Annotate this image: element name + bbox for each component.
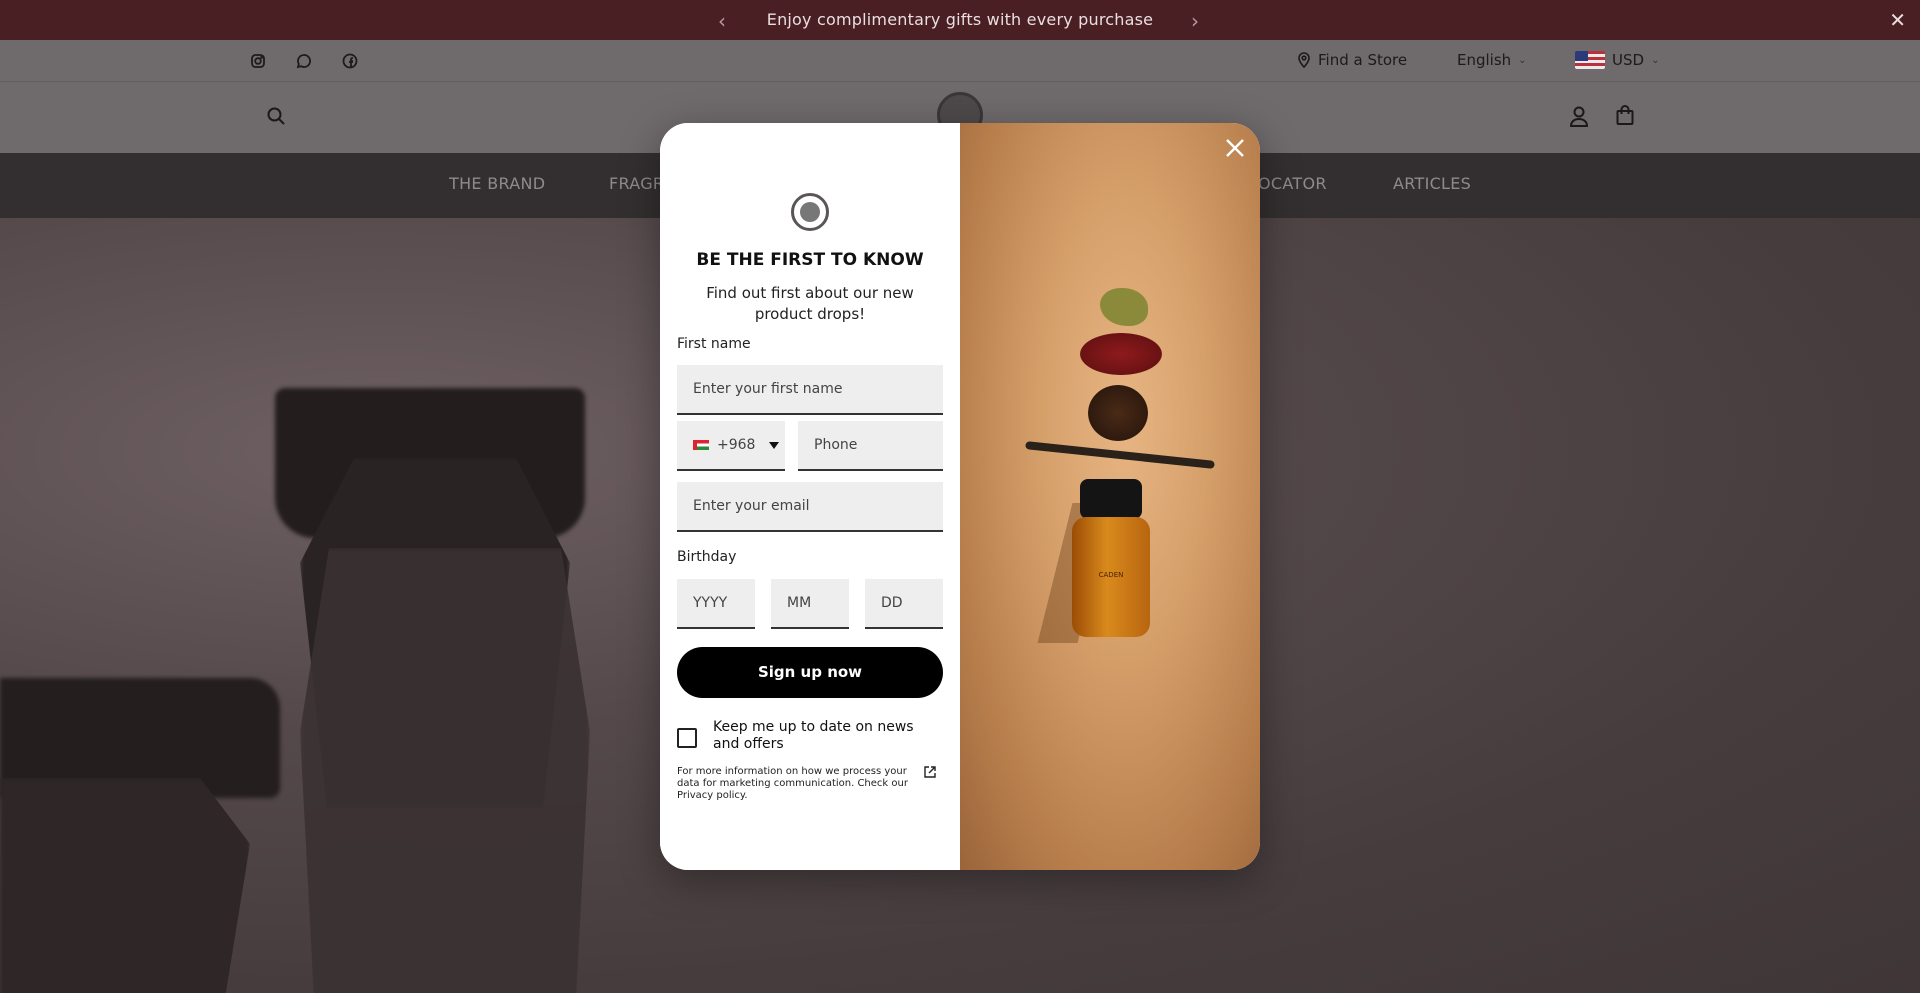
external-link-icon[interactable] xyxy=(923,765,937,779)
nav-item-the-brand[interactable]: THE BRAND xyxy=(449,174,545,193)
location-pin-icon xyxy=(1298,52,1310,68)
signup-modal: BE THE FIRST TO KNOW Find out first abou… xyxy=(660,123,1260,870)
language-label: English xyxy=(1457,51,1512,69)
close-icon[interactable]: ✕ xyxy=(1889,8,1906,32)
currency-selector[interactable]: USD ⌄ xyxy=(1575,51,1659,69)
instagram-icon[interactable] xyxy=(250,40,266,82)
search-icon[interactable] xyxy=(266,106,286,126)
birthday-year-input[interactable]: YYYY xyxy=(677,579,755,629)
announcement-message: Enjoy complimentary gifts with every pur… xyxy=(766,10,1154,29)
find-store-label: Find a Store xyxy=(1318,51,1408,69)
sign-up-button[interactable]: Sign up now xyxy=(677,647,943,698)
account-icon[interactable] xyxy=(1569,105,1589,127)
us-flag-icon xyxy=(1575,51,1605,69)
first-name-input[interactable]: Enter your first name xyxy=(677,365,943,415)
chevron-down-icon: ⌄ xyxy=(1651,54,1660,66)
nav-item-store-locator[interactable]: OCATOR xyxy=(1258,174,1327,193)
birthday-label: Birthday xyxy=(677,549,737,565)
privacy-notice: For more information on how we process y… xyxy=(677,766,908,801)
bottle-silhouette xyxy=(300,548,590,993)
bottle-silhouette xyxy=(0,778,250,993)
coffee-beans xyxy=(1088,385,1148,441)
announcement-bar: ‹ Enjoy complimentary gifts with every p… xyxy=(0,0,1920,40)
signup-form-panel: BE THE FIRST TO KNOW Find out first abou… xyxy=(660,123,960,870)
language-selector[interactable]: English ⌄ xyxy=(1457,51,1527,69)
news-consent-checkbox[interactable] xyxy=(677,728,697,748)
phone-input[interactable]: Phone xyxy=(798,421,943,471)
saffron-threads xyxy=(1080,333,1162,375)
first-name-label: First name xyxy=(677,336,751,352)
oman-flag-icon xyxy=(693,440,709,450)
utility-bar: Find a Store English ⌄ USD ⌄ xyxy=(0,40,1920,82)
bottle-cap xyxy=(1080,479,1142,519)
birthday-day-input[interactable]: DD xyxy=(865,579,943,629)
chevron-down-icon: ⌄ xyxy=(1518,54,1527,66)
nav-item-fragrances[interactable]: FRAGR xyxy=(609,174,664,193)
cart-bag-icon[interactable] xyxy=(1616,105,1634,126)
bottle-label: CADEN xyxy=(1098,571,1124,579)
whatsapp-icon[interactable] xyxy=(296,40,312,82)
modal-close-button[interactable] xyxy=(1220,133,1250,163)
chevron-right-icon[interactable]: › xyxy=(1191,9,1199,33)
nav-item-articles[interactable]: ARTICLES xyxy=(1393,174,1471,193)
email-input[interactable]: Enter your email xyxy=(677,482,943,532)
find-store-link[interactable]: Find a Store xyxy=(1297,51,1407,69)
modal-subtitle: Find out first about our new product dro… xyxy=(706,284,914,323)
modal-title: BE THE FIRST TO KNOW xyxy=(696,250,924,270)
country-code-select[interactable]: +968 xyxy=(677,421,785,471)
close-icon xyxy=(1226,139,1244,157)
brand-logo xyxy=(791,193,829,231)
news-consent-label: Keep me up to date on news and offers xyxy=(713,719,914,752)
country-code-value: +968 xyxy=(717,437,756,453)
facebook-icon[interactable] xyxy=(342,40,358,82)
currency-label: USD xyxy=(1612,51,1645,69)
caret-down-icon xyxy=(769,441,780,449)
birthday-month-input[interactable]: MM xyxy=(771,579,849,629)
